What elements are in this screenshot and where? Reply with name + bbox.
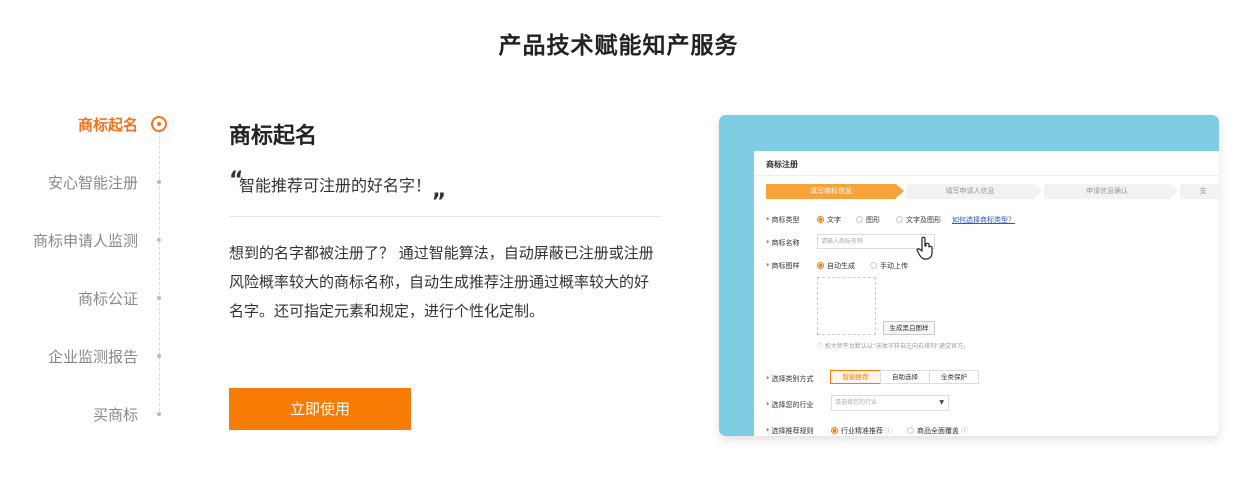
rule-field-label: * 选择推荐规则 <box>766 427 814 435</box>
feature-detail: 商标起名 “ 智能推荐可注册的好名字！ „ 想到的名字都被注册了？ 通过智能算法… <box>229 118 661 430</box>
pattern-option-upload[interactable]: 手动上传 <box>870 261 908 271</box>
type-help-link[interactable]: 如何选择商标类型？ <box>952 215 1015 225</box>
divider <box>754 175 1219 176</box>
feature-nav: 商标起名 安心智能注册 商标申请人监测 商标公证 企业监测报告 买商标 <box>0 98 175 438</box>
preview-title: 商标注册 <box>766 160 798 169</box>
quote-text: 智能推荐可注册的好名字！ <box>239 176 432 195</box>
dot-icon <box>157 296 161 300</box>
step-3: 申请信息确认 <box>1044 184 1170 199</box>
category-field-label: * 选择类别方式 <box>766 375 814 383</box>
pattern-option-auto[interactable]: 自动生成 <box>817 261 855 271</box>
nav-item-label: 商标起名 <box>77 116 138 134</box>
nav-item-label: 安心智能注册 <box>47 174 138 192</box>
type-option-both[interactable]: 文字及图形 <box>896 215 941 225</box>
radio-icon <box>856 216 863 223</box>
nav-item-smart-registration[interactable]: 安心智能注册 <box>0 168 175 196</box>
industry-placeholder: 请选择您的行业 <box>835 399 878 406</box>
type-option-graphic[interactable]: 图形 <box>856 215 880 225</box>
page: 产品技术赋能知产服务 商标起名 安心智能注册 商标申请人监测 商标公证 企业监测… <box>0 0 1237 478</box>
type-option-text[interactable]: 文字 <box>817 215 841 225</box>
step-1: 填写商标信息 <box>766 184 896 199</box>
step-4: 支 <box>1180 184 1219 199</box>
chevron-down-icon: ▼ <box>939 399 944 406</box>
industry-select[interactable]: 请选择您的行业 ▼ <box>831 395 949 411</box>
industry-field-label: * 选择您的行业 <box>766 401 814 409</box>
radio-icon <box>896 216 903 223</box>
category-option-recommend[interactable]: 智能推荐 <box>830 370 881 384</box>
nav-item-label: 商标公证 <box>77 290 138 308</box>
close-quote-icon: „ <box>432 178 447 203</box>
dot-icon <box>157 354 161 358</box>
name-field-label: * 商标名称 <box>766 239 800 247</box>
pointer-hand-icon <box>916 236 933 260</box>
feature-title: 商标起名 <box>229 124 318 149</box>
divider <box>229 216 661 217</box>
step-2: 填写申请人信息 <box>906 184 1034 199</box>
dot-icon <box>157 412 161 416</box>
feature-quote: “ 智能推荐可注册的好名字！ „ <box>229 168 661 214</box>
pattern-tip: ⓘ 权大师平台默认以“宋体字样自左向右排列”递交官方。 <box>817 343 970 350</box>
nav-item-buy-trademark[interactable]: 买商标 <box>0 400 175 428</box>
radio-icon <box>870 262 877 269</box>
radio-checked-icon <box>817 216 824 223</box>
radio-icon <box>907 427 914 434</box>
generate-pattern-button[interactable]: 生成黑白图样 <box>883 321 935 335</box>
type-field-label: * 商标类型 <box>766 216 800 224</box>
step-bar: 填写商标信息 填写申请人信息 申请信息确认 支 <box>766 184 1219 199</box>
nav-item-label: 企业监测报告 <box>47 348 138 366</box>
category-option-self[interactable]: 自助选择 <box>880 370 930 384</box>
nav-item-trademark-naming[interactable]: 商标起名 <box>0 110 175 138</box>
step-arrow-icon <box>1034 184 1042 198</box>
step-arrow-icon <box>1170 184 1178 198</box>
pattern-preview-box <box>817 277 876 335</box>
category-option-all[interactable]: 全类保护 <box>929 370 979 384</box>
rule-option-full[interactable]: 商品全面覆盖 ⓘ <box>907 426 968 436</box>
feature-description: 想到的名字都被注册了？ 通过智能算法，自动屏蔽已注册或注册风险概率较大的商标名称… <box>229 244 654 320</box>
preview-card: 商标注册 填写商标信息 填写申请人信息 申请信息确认 支 * 商标类型 文字 图形… <box>719 115 1219 436</box>
rule-option-precise[interactable]: 行业精准推荐 ⓘ <box>831 426 892 436</box>
pattern-field-label: * 商标图样 <box>766 262 800 270</box>
dot-icon <box>157 238 161 242</box>
nav-item-label: 商标申请人监测 <box>32 232 138 250</box>
use-now-button[interactable]: 立即使用 <box>229 388 411 430</box>
nav-item-applicant-monitoring[interactable]: 商标申请人监测 <box>0 226 175 254</box>
section-title: 产品技术赋能知产服务 <box>498 33 739 59</box>
preview-form-panel: 商标注册 填写商标信息 填写申请人信息 申请信息确认 支 * 商标类型 文字 图形… <box>754 151 1219 436</box>
nav-item-notarization[interactable]: 商标公证 <box>0 284 175 312</box>
nav-item-enterprise-report[interactable]: 企业监测报告 <box>0 342 175 370</box>
active-dot-icon <box>151 116 167 132</box>
radio-checked-icon <box>817 262 824 269</box>
nav-item-label: 买商标 <box>92 406 138 424</box>
step-arrow-icon <box>896 184 904 198</box>
dot-icon <box>157 180 161 184</box>
radio-checked-icon <box>831 427 838 434</box>
